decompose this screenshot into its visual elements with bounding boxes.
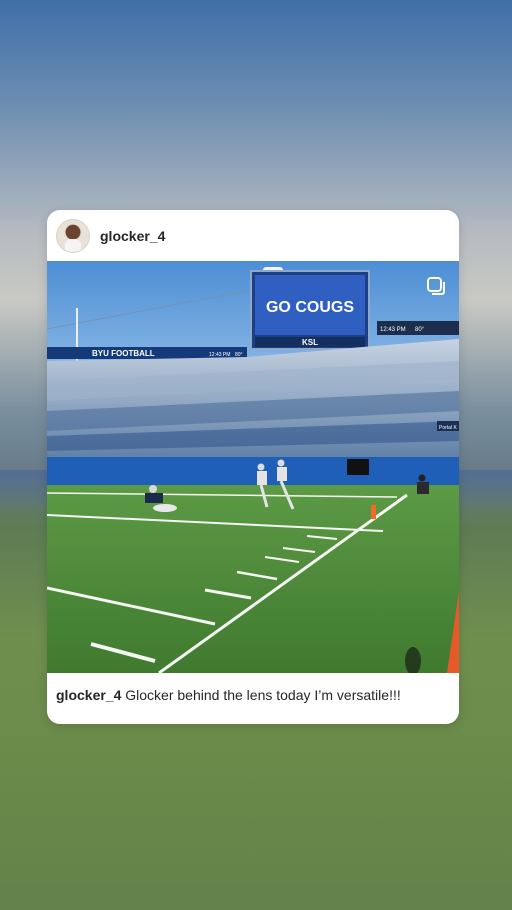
temp-left: 80°: [235, 352, 243, 358]
caption-username[interactable]: glocker_4: [56, 687, 121, 703]
clock-left: 12:43 PM: [209, 352, 230, 358]
caption-text: Glocker behind the lens today I’m versat…: [125, 687, 401, 703]
sponsor-text: KSL: [302, 338, 318, 347]
scoreboard-text: GO COUGS: [266, 299, 354, 316]
multiple-photos-icon[interactable]: [425, 275, 447, 297]
temp-right: 80°: [415, 327, 425, 333]
post-caption: glocker_4 Glocker behind the lens today …: [56, 687, 451, 703]
post-username[interactable]: glocker_4: [100, 228, 165, 244]
post-header: glocker_4: [47, 210, 459, 261]
side-label: Portal K: [439, 425, 457, 431]
ribbon-text: BYU FOOTBALL: [92, 349, 155, 358]
post-card[interactable]: glocker_4 GO COUGS KSL 12:43 PM 80° BYU …: [47, 210, 459, 724]
profile-avatar[interactable]: [56, 218, 90, 253]
clock-right: 12:43 PM: [380, 327, 406, 333]
post-photo[interactable]: GO COUGS KSL 12:43 PM 80° BYU FOOTBALL 1…: [47, 261, 459, 673]
stadium-photo: GO COUGS KSL 12:43 PM 80° BYU FOOTBALL 1…: [47, 261, 459, 673]
pylon: [371, 505, 376, 519]
